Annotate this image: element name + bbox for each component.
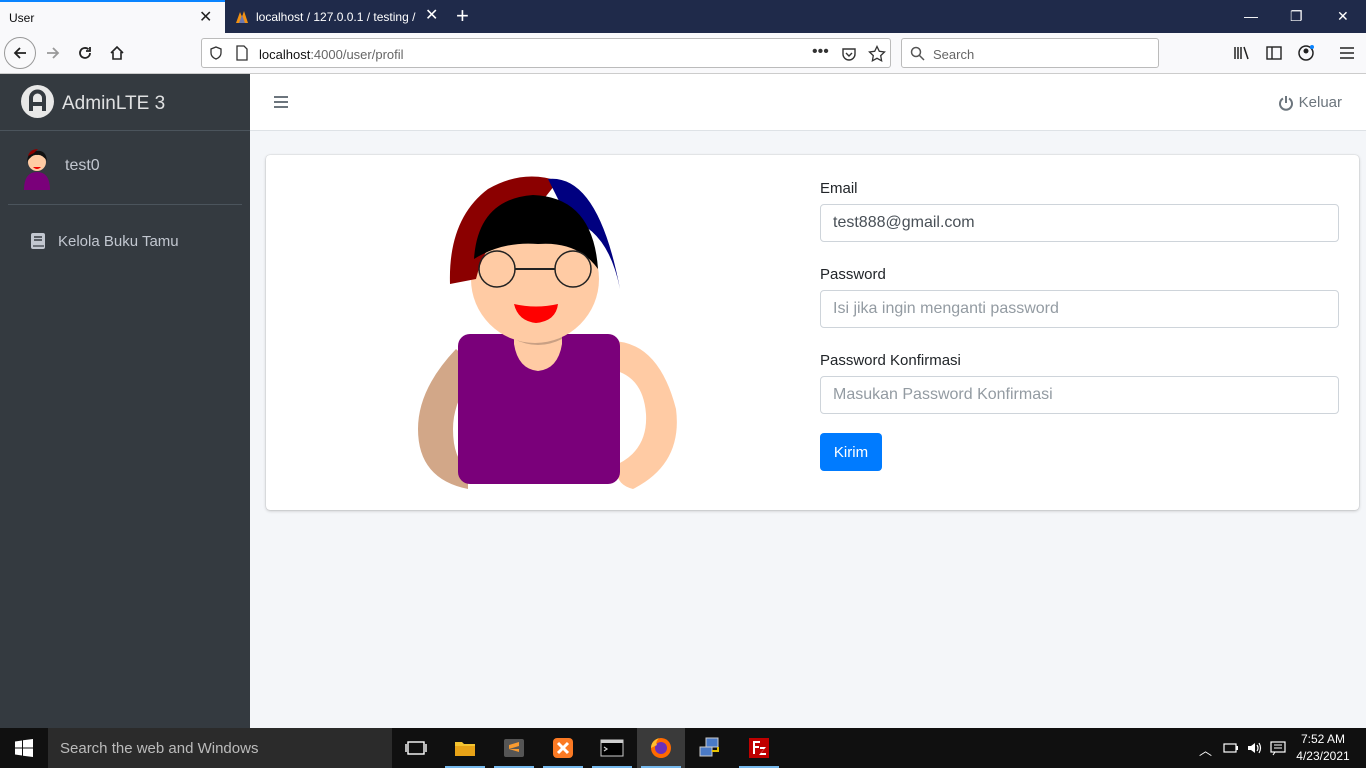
library-icon <box>1234 46 1249 60</box>
reload-button[interactable] <box>70 38 100 68</box>
password-group: Password <box>820 266 1339 328</box>
url-bar[interactable]: localhost:4000/user/profil ••• <box>201 38 891 68</box>
main-header: Keluar <box>250 74 1366 131</box>
tab-title: localhost / 127.0.0.1 / testing / ... <box>256 10 416 24</box>
confirm-password-group: Password Konfirmasi <box>820 352 1339 414</box>
taskbar-terminal[interactable] <box>588 728 636 768</box>
power-icon <box>1278 95 1293 111</box>
window-close-button[interactable]: ✕ <box>1337 8 1349 25</box>
arrow-left-icon <box>13 47 26 59</box>
restore-button[interactable]: ❐ <box>1290 8 1303 25</box>
profile-illustration <box>418 176 677 489</box>
start-button[interactable] <box>0 728 48 768</box>
taskbar-clock[interactable]: 7:52 AM 4/23/2021 <box>1293 731 1353 765</box>
brand-link[interactable]: AdminLTE 3 <box>0 74 250 131</box>
hamburger-icon <box>1340 47 1354 59</box>
network-app-icon <box>699 737 719 757</box>
taskbar-network-app[interactable] <box>686 728 734 768</box>
logout-label: Keluar <box>1298 94 1342 111</box>
browser-tabstrip: User ✕ localhost / 127.0.0.1 / testing /… <box>0 0 1366 33</box>
home-icon <box>110 45 124 60</box>
brand-logo <box>21 85 54 118</box>
home-button[interactable] <box>102 38 132 68</box>
confirm-password-label: Password Konfirmasi <box>820 352 961 369</box>
hamburger-icon[interactable] <box>273 94 289 110</box>
xampp-icon <box>553 738 573 758</box>
library-button[interactable] <box>1227 38 1257 68</box>
back-button[interactable] <box>4 37 36 69</box>
sidebar-item-label: Kelola Buku Tamu <box>58 233 179 250</box>
user-name[interactable]: test0 <box>65 157 100 175</box>
forward-button[interactable] <box>38 38 68 68</box>
confirm-password-field[interactable] <box>820 376 1339 414</box>
taskbar-xampp[interactable] <box>539 728 587 768</box>
account-icon <box>1298 45 1314 61</box>
folder-icon <box>455 742 475 756</box>
main-sidebar: AdminLTE 3 test0 Kelola Buku Tamu <box>0 74 250 728</box>
windows-icon <box>15 739 33 757</box>
taskbar-firefox[interactable] <box>637 728 685 768</box>
sidebar-toggle-button[interactable] <box>1259 38 1289 68</box>
task-view-icon <box>405 741 427 755</box>
star-icon[interactable] <box>868 45 886 63</box>
taskbar-filezilla[interactable] <box>735 728 783 768</box>
search-placeholder: Search <box>933 47 975 62</box>
filezilla-icon <box>749 738 769 758</box>
reload-icon <box>79 47 91 59</box>
clock-date: 4/23/2021 <box>1296 749 1350 763</box>
clock-time: 7:52 AM <box>1300 732 1346 746</box>
account-button[interactable] <box>1291 38 1321 68</box>
tab-phpmyadmin[interactable]: localhost / 127.0.0.1 / testing / ... ✕ <box>225 0 450 33</box>
url-text: localhost:4000/user/profil <box>259 47 404 62</box>
minimize-button[interactable]: — <box>1244 8 1258 24</box>
page-actions-icon[interactable]: ••• <box>812 43 829 61</box>
email-field[interactable] <box>820 204 1339 242</box>
book-icon <box>31 233 45 249</box>
sublime-icon <box>504 739 524 757</box>
new-tab-button[interactable]: + <box>456 5 469 27</box>
task-view-button[interactable] <box>392 728 440 768</box>
profile-card: Email Password Password Konfirmasi Kirim <box>266 155 1359 510</box>
notification-icon[interactable] <box>1270 740 1286 756</box>
logout-button[interactable]: Keluar <box>1278 94 1342 111</box>
firefox-icon <box>651 738 671 758</box>
taskbar-search-placeholder: Search the web and Windows <box>60 740 259 757</box>
submit-button[interactable]: Kirim <box>820 433 882 471</box>
brand-text: AdminLTE 3 <box>62 93 166 114</box>
user-panel: test0 <box>8 131 242 205</box>
battery-icon[interactable] <box>1223 741 1239 755</box>
taskbar-search[interactable]: Search the web and Windows <box>48 728 392 768</box>
sidebar-icon <box>1266 46 1282 60</box>
pocket-icon[interactable] <box>841 46 857 62</box>
tab-title: User <box>9 11 35 25</box>
taskbar-sublime[interactable] <box>490 728 538 768</box>
browser-navbar: localhost:4000/user/profil ••• Search <box>0 33 1366 74</box>
chevron-up-icon[interactable]: ︿ <box>1199 740 1212 759</box>
shield-icon <box>210 46 222 60</box>
tab-user[interactable]: User ✕ <box>0 0 225 33</box>
browser-search-field[interactable]: Search <box>901 38 1159 68</box>
close-icon[interactable]: ✕ <box>425 8 438 24</box>
arrow-right-icon <box>47 47 60 59</box>
email-group: Email <box>820 180 1339 242</box>
search-icon <box>910 46 925 61</box>
page-icon <box>236 45 248 61</box>
close-icon[interactable]: ✕ <box>199 10 212 26</box>
sidebar-item-kelola-buku-tamu[interactable]: Kelola Buku Tamu <box>8 221 242 261</box>
phpmyadmin-icon <box>236 11 248 23</box>
avatar[interactable] <box>20 146 54 190</box>
volume-icon[interactable] <box>1246 740 1262 756</box>
terminal-icon <box>600 739 624 757</box>
menu-button[interactable] <box>1332 38 1362 68</box>
password-label: Password <box>820 266 886 283</box>
password-field[interactable] <box>820 290 1339 328</box>
email-label: Email <box>820 180 858 197</box>
windows-taskbar: Search the web and Windows ︿ 7:52 AM 4/2… <box>0 728 1366 768</box>
taskbar-file-explorer[interactable] <box>441 728 489 768</box>
